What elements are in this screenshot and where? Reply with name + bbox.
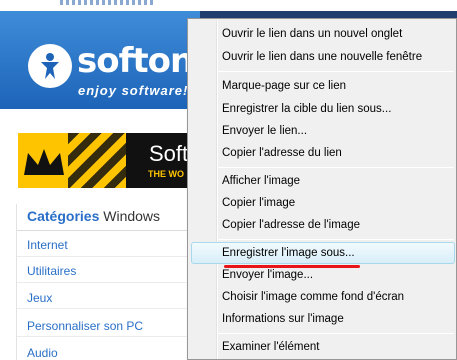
menu-separator [218, 167, 454, 168]
menu-separator [218, 71, 454, 72]
menu-item-copy-image-address[interactable]: Copier l'adresse de l'image [222, 215, 360, 235]
divider [17, 230, 201, 231]
divider [17, 308, 201, 309]
banner-subtitle: THE WO [148, 169, 184, 179]
context-menu: Ouvrir le lien dans un nouvel onglet Ouv… [187, 18, 457, 360]
categories-title: Catégories Windows [27, 208, 160, 224]
menu-item-inspect-element[interactable]: Examiner l'élément [222, 337, 319, 357]
menu-item-save-link-as[interactable]: Enregistrer la cible du lien sous... [222, 99, 391, 119]
category-link[interactable]: Audio [27, 346, 58, 360]
divider [17, 256, 201, 257]
menu-item-send-image[interactable]: Envoyer l'image... [222, 265, 313, 285]
menu-separator [218, 333, 454, 334]
divider [17, 336, 201, 337]
category-link[interactable]: Utilitaires [27, 264, 76, 278]
category-link[interactable]: Personnaliser son PC [27, 319, 143, 333]
logo-tagline: enjoy software! [78, 83, 189, 98]
menu-separator [218, 239, 454, 240]
categories-title-platform: Windows [103, 208, 161, 224]
menu-item-copy-link-address[interactable]: Copier l'adresse du lien [222, 143, 342, 163]
menu-item-bookmark-link[interactable]: Marque-page sur ce lien [222, 76, 346, 96]
menu-item-open-link-new-tab[interactable]: Ouvrir le lien dans un nouvel onglet [222, 24, 402, 44]
categories-title-strong: Catégories [27, 208, 100, 224]
ad-banner[interactable]: Softo THE WO [18, 133, 200, 188]
crown-icon [24, 149, 64, 175]
menu-item-set-as-wallpaper[interactable]: Choisir l'image comme fond d'écran [222, 287, 404, 307]
menu-item-open-link-new-window[interactable]: Ouvrir le lien dans une nouvelle fenêtre [222, 47, 422, 67]
menu-item-save-image-as[interactable]: Enregistrer l'image sous... [222, 243, 355, 263]
divider [17, 282, 201, 283]
category-link[interactable]: Jeux [27, 291, 52, 305]
menu-item-send-link[interactable]: Envoyer le lien... [222, 121, 307, 141]
top-links [60, 0, 155, 5]
softonic-logo-icon[interactable] [28, 44, 72, 88]
top-strip [0, 0, 457, 11]
category-link[interactable]: Internet [27, 238, 68, 252]
menu-item-image-info[interactable]: Informations sur l'image [222, 309, 344, 329]
menu-item-copy-image[interactable]: Copier l'image [222, 193, 295, 213]
site-header: softonic enjoy software! [0, 11, 224, 109]
categories-panel: Catégories Windows Internet Utilitaires … [16, 204, 201, 360]
menu-item-view-image[interactable]: Afficher l'image [222, 171, 300, 191]
